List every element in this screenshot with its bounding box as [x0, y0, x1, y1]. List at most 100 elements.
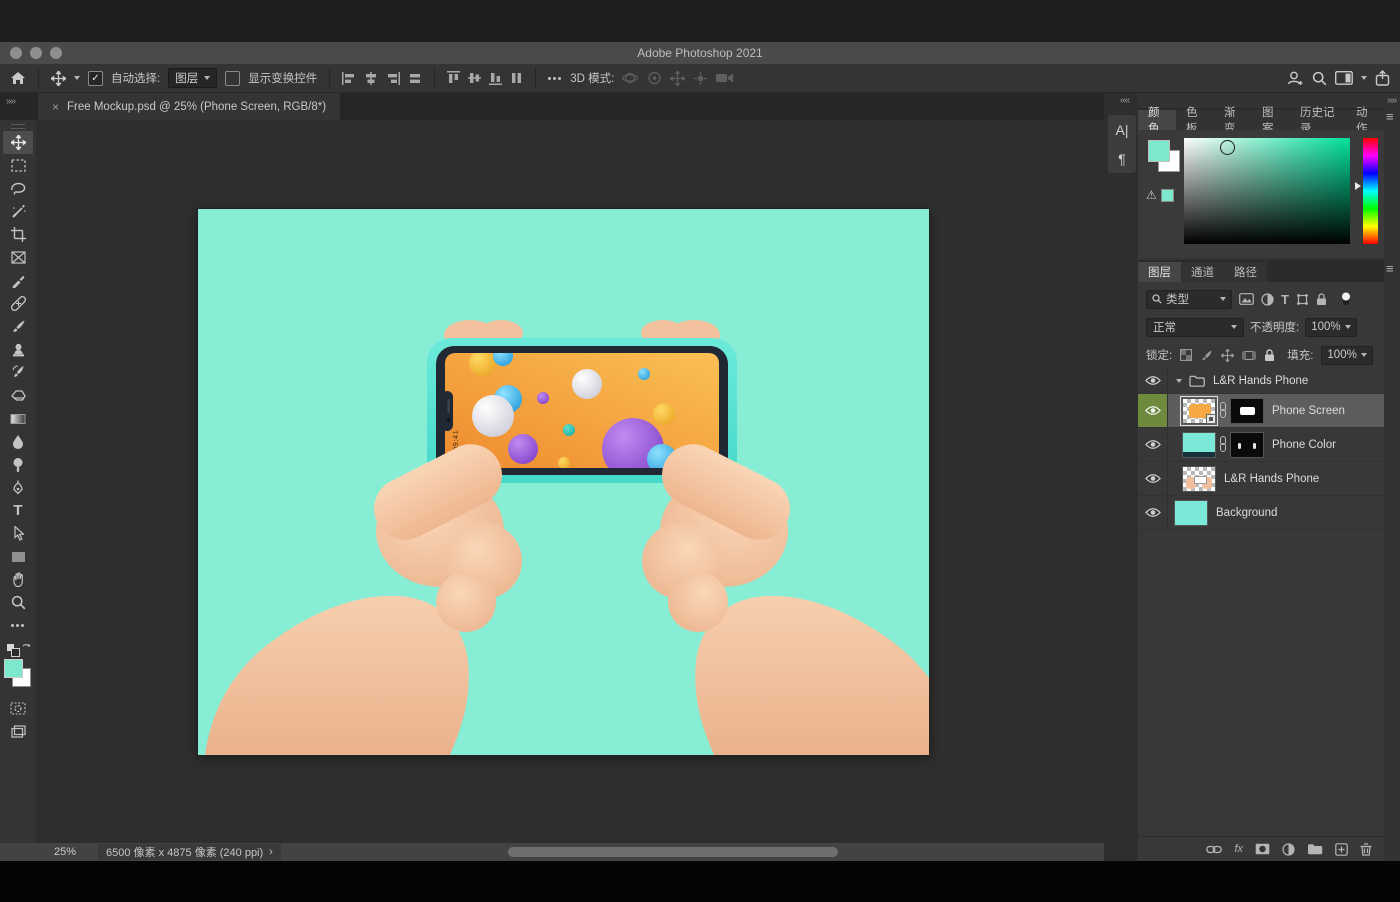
layer-name[interactable]: Phone Screen [1272, 405, 1345, 417]
layer-name[interactable]: Background [1216, 507, 1277, 519]
zoom-level[interactable]: 25% [54, 846, 76, 858]
history-brush-tool[interactable] [3, 361, 33, 384]
eraser-tool[interactable] [3, 384, 33, 407]
new-layer-icon[interactable] [1335, 842, 1348, 856]
toolbar-collapse-icon[interactable]: »» [6, 96, 16, 107]
close-document-icon[interactable]: × [52, 100, 59, 114]
layer-thumbnail[interactable] [1174, 499, 1208, 526]
layer-row-phone-color[interactable]: Phone Color [1138, 428, 1384, 462]
filter-type-layers-icon[interactable]: T [1281, 292, 1289, 307]
move-tool-presets-chevron-icon[interactable] [74, 76, 80, 80]
align-right-edges-icon[interactable] [386, 71, 401, 85]
layer-name[interactable]: L&R Hands Phone [1224, 473, 1319, 485]
document-canvas[interactable]: 09:41 [198, 209, 929, 755]
marquee-tool[interactable] [3, 154, 33, 177]
visibility-toggle[interactable] [1138, 368, 1168, 393]
layers-panel-menu-icon[interactable]: ≡ [1386, 261, 1394, 276]
lock-image-pixels-icon[interactable] [1200, 349, 1213, 362]
tab-channels[interactable]: 通道 [1181, 262, 1224, 282]
mask-link-icon[interactable] [1219, 401, 1227, 420]
color-fill-thumbnail[interactable] [1182, 431, 1216, 458]
delete-layer-icon[interactable] [1360, 842, 1372, 856]
tab-color[interactable]: 颜色 [1138, 107, 1176, 135]
visibility-toggle[interactable] [1138, 394, 1168, 427]
document-tab[interactable]: × Free Mockup.psd @ 25% (Phone Screen, R… [38, 93, 341, 120]
lasso-tool[interactable] [3, 177, 33, 200]
move-tool-icon[interactable] [51, 70, 66, 86]
align-left-edges-icon[interactable] [342, 71, 356, 85]
tab-history[interactable]: 历史记录 [1290, 107, 1346, 135]
crop-tool[interactable] [3, 223, 33, 246]
layer-thumbnail[interactable] [1182, 465, 1216, 492]
opacity-dropdown[interactable]: 100% [1305, 317, 1358, 337]
layer-row-phone-screen[interactable]: Phone Screen [1138, 394, 1384, 428]
color-panel-menu-icon[interactable]: ≡ [1386, 109, 1394, 124]
shape-tool[interactable] [3, 545, 33, 568]
visibility-toggle[interactable] [1138, 496, 1168, 529]
gradient-tool[interactable] [3, 407, 33, 430]
distribute-horizontal-icon[interactable] [408, 72, 422, 85]
brush-tool[interactable] [3, 315, 33, 338]
adjustment-layer-icon[interactable] [1282, 842, 1295, 856]
share-for-review-icon[interactable] [1287, 70, 1304, 86]
tab-layers[interactable]: 图层 [1138, 262, 1181, 282]
mask-link-icon[interactable] [1219, 435, 1227, 454]
lock-position-icon[interactable] [1221, 348, 1235, 362]
type-tool[interactable]: T [3, 499, 33, 522]
layer-mask-thumbnail[interactable] [1230, 397, 1264, 424]
tab-patterns[interactable]: 图案 [1252, 107, 1290, 135]
color-picker-cursor[interactable] [1220, 140, 1235, 155]
paragraph-panel-icon[interactable]: ¶ [1108, 144, 1136, 173]
healing-brush-tool[interactable] [3, 292, 33, 315]
path-selection-tool[interactable] [3, 522, 33, 545]
filter-pixel-layers-icon[interactable] [1239, 293, 1254, 305]
align-horizontal-centers-icon[interactable] [364, 71, 378, 85]
align-vertical-centers-icon[interactable] [468, 71, 482, 85]
clone-stamp-tool[interactable] [3, 338, 33, 361]
group-expand-chevron-icon[interactable] [1176, 378, 1182, 383]
toolbar-grip[interactable] [11, 124, 25, 129]
edit-toolbar-icon[interactable] [3, 614, 33, 637]
tab-gradients[interactable]: 渐变 [1214, 107, 1252, 135]
workspace-chevron-icon[interactable] [1361, 76, 1367, 80]
blur-tool[interactable] [3, 430, 33, 453]
add-layer-mask-icon[interactable] [1255, 843, 1270, 855]
layer-name[interactable]: Phone Color [1272, 439, 1336, 451]
layer-mask-thumbnail[interactable] [1230, 431, 1264, 458]
link-layers-icon[interactable] [1206, 845, 1223, 854]
foreground-swatch[interactable] [1148, 140, 1170, 162]
filter-toggle[interactable] [1340, 292, 1352, 306]
default-swap-colors-icon[interactable] [5, 643, 31, 657]
screen-mode-icon[interactable] [3, 720, 33, 743]
home-icon[interactable] [10, 71, 26, 85]
smart-object-thumbnail[interactable] [1180, 395, 1218, 426]
distribute-vertical-icon[interactable] [510, 71, 523, 85]
magic-wand-tool[interactable] [3, 200, 33, 223]
character-panel-icon[interactable]: A| [1108, 115, 1136, 144]
tab-actions[interactable]: 动作 [1346, 107, 1384, 135]
layer-style-icon[interactable]: fx [1234, 843, 1243, 855]
filter-smart-objects-icon[interactable] [1316, 292, 1327, 306]
document-info[interactable]: 6500 像素 x 4875 像素 (240 ppi) › [98, 844, 281, 860]
filter-shape-layers-icon[interactable] [1296, 293, 1309, 306]
fill-dropdown[interactable]: 100% [1321, 345, 1374, 365]
filter-adjustment-layers-icon[interactable] [1261, 292, 1274, 306]
lock-all-icon[interactable] [1264, 348, 1275, 362]
share-export-icon[interactable] [1375, 70, 1390, 86]
layer-row-background[interactable]: Background [1138, 496, 1384, 530]
more-align-options-icon[interactable] [548, 76, 562, 80]
layer-name[interactable]: L&R Hands Phone [1213, 375, 1308, 387]
canvas-pasteboard[interactable]: 09:41 [36, 120, 1104, 843]
gamut-color-swatch[interactable] [1160, 188, 1174, 202]
foreground-color-swatch[interactable] [4, 659, 23, 678]
collapse-character-rail-icon[interactable]: «« [1120, 95, 1130, 106]
foreground-background-colors[interactable] [3, 659, 33, 689]
workspace-switcher-icon[interactable] [1335, 71, 1353, 85]
filter-kind-dropdown[interactable]: 类型 [1146, 289, 1232, 309]
hue-slider[interactable] [1363, 138, 1378, 244]
auto-select-target-dropdown[interactable]: 图层 [168, 68, 218, 88]
horizontal-scrollbar-thumb[interactable] [508, 847, 838, 857]
layer-row-hands[interactable]: L&R Hands Phone [1138, 462, 1384, 496]
lock-artboard-icon[interactable] [1242, 349, 1256, 362]
search-icon[interactable] [1312, 71, 1327, 86]
